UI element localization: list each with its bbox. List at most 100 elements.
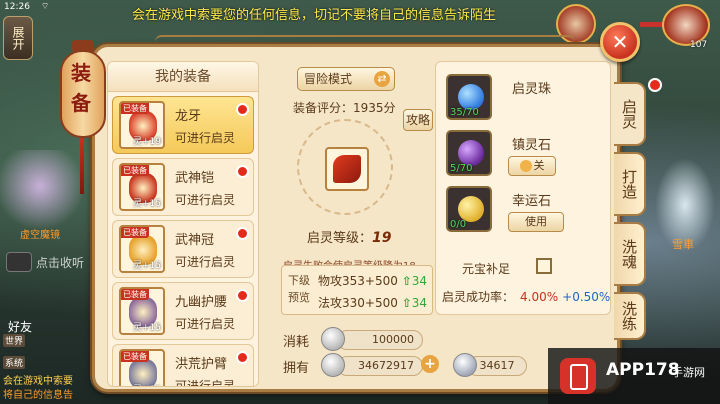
consume-label: 消耗: [283, 335, 310, 350]
system-message: 会在游戏中索要您的任何信息，切记不要将自己的信息告诉陌生: [132, 8, 497, 23]
equipment-icon: 已装备灵+19: [119, 101, 165, 149]
phone-logo-icon: [560, 358, 596, 394]
equipment-name: 武神铠: [175, 171, 215, 186]
stat2-text: 法攻330+500: [318, 296, 398, 310]
add-currency-button[interactable]: +: [421, 355, 439, 373]
stat-physical-attack: 物攻353+500 ⇧34: [318, 272, 427, 289]
watermark-sub: 手游网: [672, 366, 705, 379]
notification-dot: [236, 289, 249, 302]
equipment-list-item[interactable]: 已装备 灵+15 武神冠 可进行启灵: [112, 220, 254, 278]
equipment-state: 可进行启灵: [175, 255, 236, 269]
equipped-tag: 已装备: [121, 103, 149, 114]
material-luck-stone: 0/0 幸运石 使用: [446, 184, 606, 234]
radio-icon[interactable]: [6, 252, 32, 272]
radio-label[interactable]: 点击收听: [36, 254, 84, 271]
tab-refine[interactable]: 洗练: [614, 292, 646, 340]
equipment-tab-label: 装备: [71, 61, 91, 115]
spirit-orb-qty: 35/70: [450, 107, 479, 118]
panel-top-ornament: [155, 35, 575, 49]
enhance-level-label: 启灵等级：: [307, 231, 373, 246]
chat-channel-world[interactable]: 世界: [3, 334, 26, 347]
material-suppress-stone: 5/70 镇灵石 关: [446, 128, 606, 178]
gold-fill-checkbox[interactable]: [536, 258, 552, 274]
mode-switch-button[interactable]: 冒险模式 ⇄: [297, 67, 395, 91]
tab-wash-soul[interactable]: 洗魂: [614, 222, 646, 286]
equipment-list-item[interactable]: 已装备灵+15 洪荒护臂可进行启灵: [112, 344, 254, 387]
success-rate-base: 4.00%: [520, 290, 559, 304]
owned-value: 34672917: [337, 356, 423, 376]
enhance-center: 冒险模式 ⇄ 装备评分：1935分 启灵等级：19 启灵失败会使启灵等级降为18: [267, 61, 425, 291]
suppress-stone-slot[interactable]: 5/70: [446, 130, 492, 176]
consume-value: 100000: [337, 330, 423, 350]
toggle-label: 关: [533, 159, 545, 172]
equipment-level: 灵+19: [133, 137, 161, 147]
spirit-orb-slot[interactable]: 35/70: [446, 74, 492, 120]
equipment-icon: 已装备灵+15: [119, 163, 165, 211]
stat2-up: 34: [411, 296, 428, 310]
equipped-tag: 已装备: [121, 351, 149, 362]
equipment-list-item[interactable]: 已装备 灵+19 龙牙 可进行启灵: [112, 96, 254, 154]
suppress-stone-name: 镇灵石: [512, 138, 552, 153]
success-rate-bonus: +0.50%: [562, 290, 611, 304]
materials-panel: 35/70 启灵珠 5/70 镇灵石 关 0/0 幸运石 使用 元宝补足 启灵成…: [435, 61, 611, 315]
void-mirror-label: 虚空魔镜: [20, 230, 60, 241]
stat1-up: 34: [411, 274, 428, 288]
equipment-level: 灵+15: [133, 382, 161, 386]
equipment-tab-sign[interactable]: 装备: [58, 40, 108, 200]
tab-awaken[interactable]: 启灵: [614, 82, 646, 146]
preview-label: 下级预览: [288, 274, 310, 304]
friend-label[interactable]: 好友: [8, 318, 32, 335]
equipment-icon: 已装备灵+15: [119, 225, 165, 273]
tassel-decor: [80, 138, 84, 194]
status-bar: 12:26 ⌔: [0, 0, 120, 14]
luck-stone-slot[interactable]: 0/0: [446, 186, 492, 232]
chat-message-2: 将自己的信息告: [3, 390, 73, 401]
equipment-level: 灵+15: [133, 323, 161, 333]
equipment-level: 灵+15: [133, 261, 161, 271]
notification-dot: [236, 227, 249, 240]
stat-magic-attack: 法攻330+500 ⇧34: [318, 294, 427, 311]
wifi-icon: ⌔: [40, 2, 50, 12]
luck-stone-qty: 0/0: [450, 219, 467, 230]
site-watermark: APP178 手游网: [548, 348, 720, 404]
equipment-panel: 我的装备 已装备 灵+19 龙牙 可进行启灵 已装备 灵+15 武神铠 可进行启灵 已装备 灵+1…: [92, 35, 620, 392]
equipment-state: 可进行启灵: [175, 131, 236, 145]
equipment-icon: 已装备灵+15: [119, 287, 165, 335]
chat-channel-system[interactable]: 系统: [3, 356, 26, 369]
player-level: 107: [690, 40, 708, 50]
selected-equipment-icon[interactable]: [325, 147, 369, 191]
strategy-button[interactable]: 攻略: [403, 109, 433, 131]
equipment-list-item[interactable]: 已装备 灵+15 九幽护腰 可进行启灵: [112, 282, 254, 340]
expand-button[interactable]: 展开: [3, 16, 33, 60]
status-time: 12:26: [4, 2, 30, 12]
spirit-orb-name: 启灵珠: [512, 82, 552, 97]
equipment-name: 九幽护腰: [175, 295, 228, 310]
hp-bar: [640, 22, 662, 27]
chat-message-1: 会在游戏中索要: [3, 376, 73, 387]
tab-forge[interactable]: 打造: [614, 152, 646, 216]
gold-fill-label: 元宝补足: [462, 262, 511, 276]
bound-coin-icon: [453, 353, 477, 377]
gold-fill-row: 元宝补足: [462, 260, 510, 277]
suppress-stone-qty: 5/70: [450, 163, 473, 174]
close-button[interactable]: ✕: [600, 22, 640, 62]
dragon-fang-icon: [333, 155, 361, 183]
use-luck-stone-button[interactable]: 使用: [508, 212, 564, 232]
equipped-tag: 已装备: [121, 289, 149, 300]
enhance-level-value: 19: [372, 230, 392, 246]
enhance-level: 启灵等级：19: [307, 227, 392, 246]
up-arrow-icon: ⇧: [401, 274, 412, 288]
silver-coin-icon: [321, 327, 345, 351]
toggle-knob-icon: [519, 160, 532, 172]
equipment-name: 洪荒护臂: [175, 357, 228, 372]
next-level-preview: 下级预览 物攻353+500 ⇧34 法攻330+500 ⇧34: [281, 265, 433, 315]
suppress-stone-toggle[interactable]: 关: [508, 156, 556, 176]
mode-label: 冒险模式: [304, 72, 353, 86]
equipment-icon: 已装备灵+15: [119, 349, 165, 386]
equipped-tag: 已装备: [121, 165, 149, 176]
success-rate-row: 启灵成功率： 4.00% +0.50%: [442, 288, 610, 305]
silver-coin-icon: [321, 353, 345, 377]
equipment-state: 可进行启灵: [175, 379, 236, 387]
equipment-list-item[interactable]: 已装备 灵+15 武神铠 可进行启灵: [112, 158, 254, 216]
background-right-label: 雪車: [672, 238, 694, 251]
